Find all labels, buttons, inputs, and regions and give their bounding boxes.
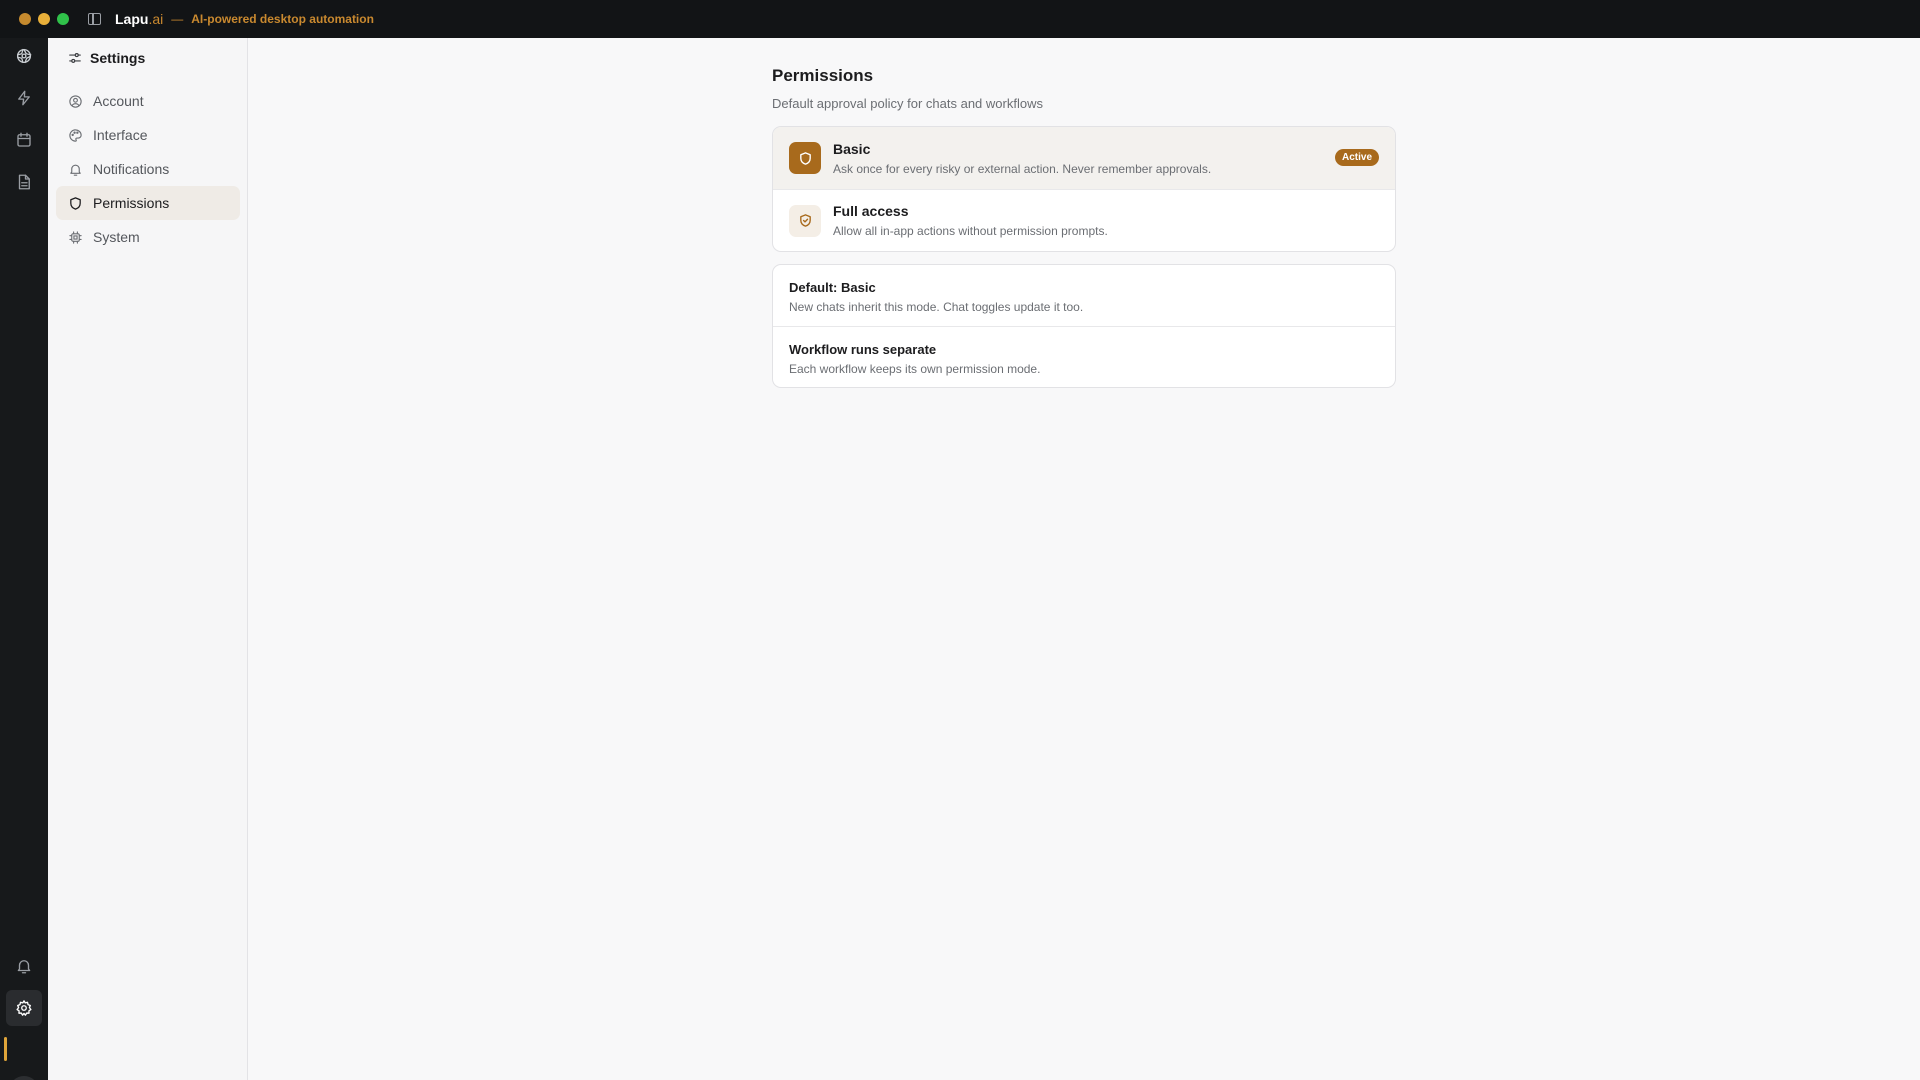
shield-icon [70, 196, 81, 210]
info-description: Each workflow keeps its own permission m… [789, 362, 1041, 376]
sidebar-item-label: System [93, 229, 140, 245]
page-subtitle: Default approval policy for chats and wo… [772, 96, 1043, 111]
maximize-window-button[interactable] [57, 13, 69, 25]
app-tagline: AI-powered desktop automation [191, 12, 374, 26]
sidebar-item-label: Interface [93, 127, 148, 143]
shield-check-icon [799, 214, 811, 227]
option-title: Full access [833, 203, 909, 219]
status-badge: Active [1334, 149, 1379, 166]
lightning-icon [18, 90, 30, 106]
rail-documents-button[interactable] [6, 164, 42, 200]
title-bar: Lapu.ai — AI-powered desktop automation [0, 0, 1920, 38]
chip-icon [69, 230, 82, 244]
rail-calendar-button[interactable] [6, 122, 42, 158]
permission-info-card: Default: Basic New chats inherit this mo… [772, 264, 1396, 388]
option-full-access[interactable]: Full access Allow all in-app actions wit… [773, 189, 1395, 251]
option-icon-container [789, 204, 821, 237]
active-rail-indicator [4, 1037, 7, 1061]
info-title: Workflow runs separate [789, 342, 937, 357]
window-controls [19, 13, 69, 25]
palette-icon [69, 128, 82, 142]
sidebar-item-interface[interactable]: Interface [56, 118, 240, 152]
info-row-workflow: Workflow runs separate Each workflow kee… [773, 326, 1395, 387]
calendar-icon [17, 132, 31, 147]
close-window-button[interactable] [19, 13, 31, 25]
app-name: Lapu.ai [115, 11, 163, 27]
option-text: Basic Ask once for every risky or extern… [833, 141, 1211, 176]
sidebar-item-account[interactable]: Account [56, 84, 240, 118]
sidebar-toggle-icon[interactable] [88, 13, 101, 25]
app-name-suffix: .ai [148, 11, 164, 27]
shield-icon [799, 151, 811, 165]
bell-icon [70, 164, 81, 176]
sidebar-item-label: Account [93, 93, 144, 109]
option-description: Allow all in-app actions without permiss… [833, 224, 1108, 238]
rail-automations-button[interactable] [6, 80, 42, 116]
bell-icon [17, 960, 31, 974]
option-description: Ask once for every risky or external act… [833, 161, 1212, 176]
settings-sidebar: Settings Account Interface Notifications… [48, 38, 248, 1080]
sidebar-item-notifications[interactable]: Notifications [56, 152, 240, 186]
permissions-panel: Permissions Default approval policy for … [772, 66, 1396, 388]
document-icon [18, 174, 30, 190]
sidebar-item-label: Permissions [93, 195, 170, 211]
user-icon [69, 94, 82, 108]
rail-home-button[interactable] [6, 38, 42, 74]
option-text: Full access Allow all in-app actions wit… [833, 203, 1108, 238]
option-title: Basic [833, 140, 871, 157]
title-separator: — [171, 12, 184, 26]
settings-title: Settings [90, 50, 146, 66]
info-title: Default: Basic [789, 280, 876, 295]
minimize-window-button[interactable] [38, 13, 50, 25]
rail-notifications-button[interactable] [6, 948, 42, 984]
option-icon-container [789, 142, 821, 174]
logo-icon [16, 48, 32, 64]
sidebar-item-system[interactable]: System [56, 220, 240, 254]
sliders-icon [69, 53, 81, 63]
rail-settings-button[interactable] [6, 990, 42, 1026]
info-row-default: Default: Basic New chats inherit this mo… [773, 265, 1395, 326]
option-basic[interactable]: Basic Ask once for every risky or extern… [773, 127, 1395, 189]
sidebar-item-label: Notifications [93, 161, 170, 177]
permission-mode-options: Basic Ask once for every risky or extern… [772, 126, 1396, 252]
avatar[interactable]: A [9, 1076, 39, 1080]
info-description: New chats inherit this mode. Chat toggle… [789, 300, 1084, 314]
settings-header: Settings [68, 50, 145, 66]
app-name-text: Lapu [115, 11, 149, 27]
sidebar-item-permissions[interactable]: Permissions [56, 186, 240, 220]
icon-rail: A [0, 38, 48, 1080]
page-title: Permissions [772, 66, 874, 85]
gear-icon [16, 1000, 32, 1016]
